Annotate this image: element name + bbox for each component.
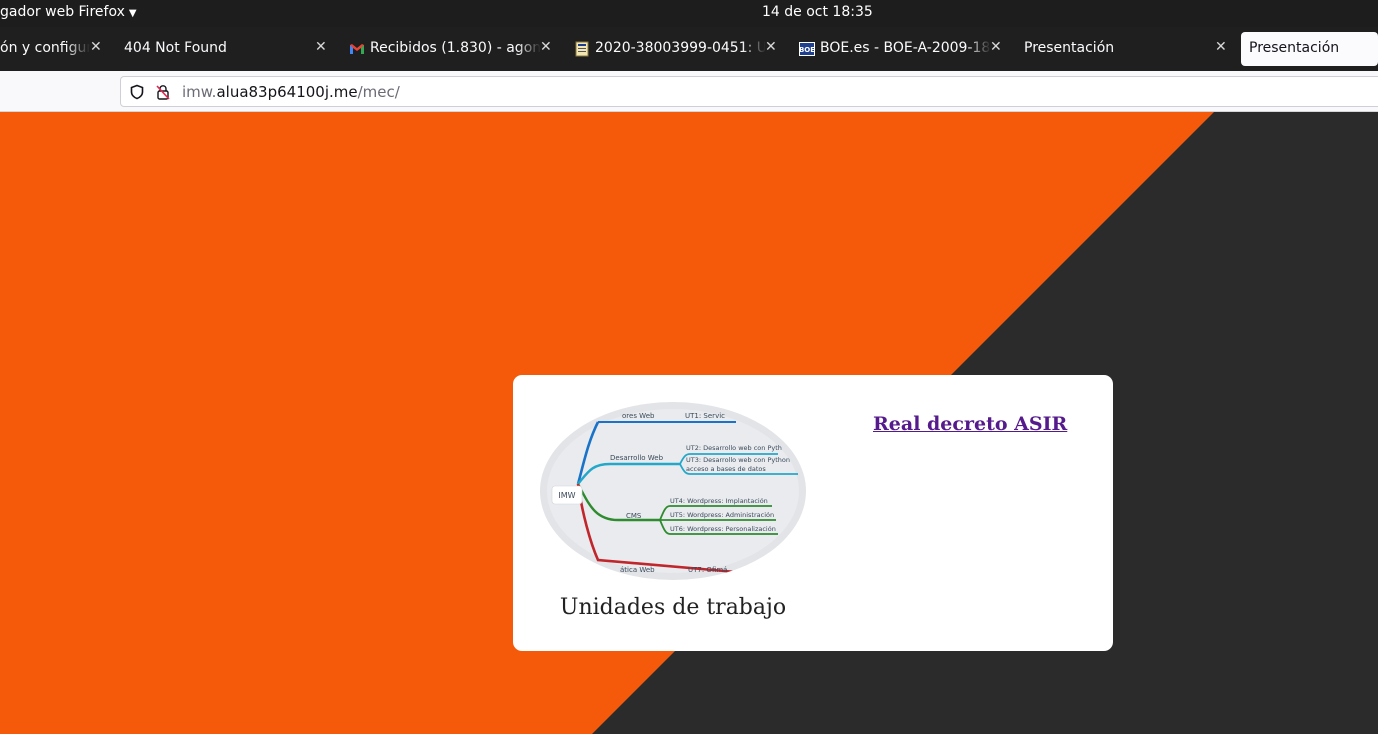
tab-fade xyxy=(967,32,991,66)
boe-icon: BOE xyxy=(799,42,815,56)
close-tab-icon[interactable]: ✕ xyxy=(765,39,777,55)
tab-fade xyxy=(742,32,766,66)
url-domain: alua83p64100j.me xyxy=(216,83,358,101)
svg-text:BOE: BOE xyxy=(799,46,815,54)
mindmap-thumbnail[interactable]: IMW ores Web UT1: Servic Desarrollo Web … xyxy=(540,402,806,580)
tab-label: BOE.es - BOE-A-2009-183 xyxy=(820,40,990,56)
mindmap-branch: ática Web xyxy=(620,566,655,574)
mindmap-leaf: acceso a bases de datos xyxy=(686,465,766,473)
url-path: /mec/ xyxy=(357,83,400,101)
url-text[interactable]: imw.alua83p64100j.me/mec/ xyxy=(182,83,400,101)
mindmap-branch: CMS xyxy=(626,512,642,520)
tab-label: Presentación xyxy=(1024,40,1115,56)
close-tab-icon[interactable]: ✕ xyxy=(90,39,102,55)
mindmap-oval-inner xyxy=(547,409,799,573)
app-menu-label: gador web Firefox xyxy=(0,4,125,20)
tab-3[interactable]: 2020-38003999-0451: UT ✕ xyxy=(574,32,782,66)
tab-fade xyxy=(66,32,90,66)
mindmap-branch: ores Web xyxy=(622,412,655,420)
system-top-bar: gador web Firefox ▼ 14 de oct 18:35 xyxy=(0,0,1378,27)
tab-5[interactable]: Presentación ✕ xyxy=(1024,32,1232,66)
tab-1[interactable]: 404 Not Found ✕ xyxy=(124,32,332,66)
mindmap-image: IMW ores Web UT1: Servic Desarrollo Web … xyxy=(540,402,806,580)
mindmap-root: IMW xyxy=(558,491,575,500)
tab-4[interactable]: BOE BOE.es - BOE-A-2009-183 ✕ xyxy=(799,32,1007,66)
document-icon xyxy=(575,41,589,57)
insecure-lock-icon[interactable] xyxy=(155,84,171,100)
tab-label: Recibidos (1.830) - agonb xyxy=(370,40,540,56)
url-prefix: imw. xyxy=(182,83,217,101)
tab-0[interactable]: ón y configura ✕ xyxy=(0,32,108,66)
tab-2[interactable]: Recibidos (1.830) - agonb ✕ xyxy=(349,32,557,66)
mindmap-leaf: UT4: Wordpress: Implantación xyxy=(670,497,768,505)
url-bar[interactable]: imw.alua83p64100j.me/mec/ xyxy=(120,76,1378,107)
close-tab-icon[interactable]: ✕ xyxy=(315,39,327,55)
navigation-bar: imw.alua83p64100j.me/mec/ xyxy=(0,71,1378,112)
page-content: IMW ores Web UT1: Servic Desarrollo Web … xyxy=(0,112,1378,734)
tab-strip: ón y configura ✕ 404 Not Found ✕ Recibid… xyxy=(0,27,1378,71)
app-menu[interactable]: gador web Firefox ▼ xyxy=(0,4,137,20)
close-tab-icon[interactable]: ✕ xyxy=(1215,39,1227,55)
tab-label: 404 Not Found xyxy=(124,40,227,56)
tab-fade xyxy=(517,32,541,66)
shield-icon[interactable] xyxy=(129,84,145,100)
tab-label: 2020-38003999-0451: UT xyxy=(595,40,765,56)
close-tab-icon[interactable]: ✕ xyxy=(990,39,1002,55)
mindmap-leaf: UT7: Ofimá xyxy=(688,566,727,574)
units-caption: Unidades de trabajo xyxy=(559,595,787,620)
gmail-icon xyxy=(350,44,364,54)
mindmap-leaf: UT5: Wordpress: Administración xyxy=(670,511,774,519)
content-card: IMW ores Web UT1: Servic Desarrollo Web … xyxy=(513,375,1113,651)
mindmap-leaf: UT1: Servic xyxy=(685,412,725,420)
mindmap-branch: Desarrollo Web xyxy=(610,454,664,462)
close-tab-icon[interactable]: ✕ xyxy=(540,39,552,55)
tab-label: Presentación xyxy=(1249,40,1340,56)
mindmap-leaf: UT2: Desarrollo web con Pyth xyxy=(686,444,782,452)
caret-down-icon: ▼ xyxy=(128,8,137,19)
mindmap-leaf: UT3: Desarrollo web con Python xyxy=(686,456,790,464)
real-decreto-link[interactable]: Real decreto ASIR xyxy=(873,413,1067,435)
mindmap-leaf: UT6: Wordpress: Personalización xyxy=(670,525,776,533)
clock[interactable]: 14 de oct 18:35 xyxy=(762,4,873,20)
tab-6-active[interactable]: Presentación xyxy=(1241,32,1378,66)
